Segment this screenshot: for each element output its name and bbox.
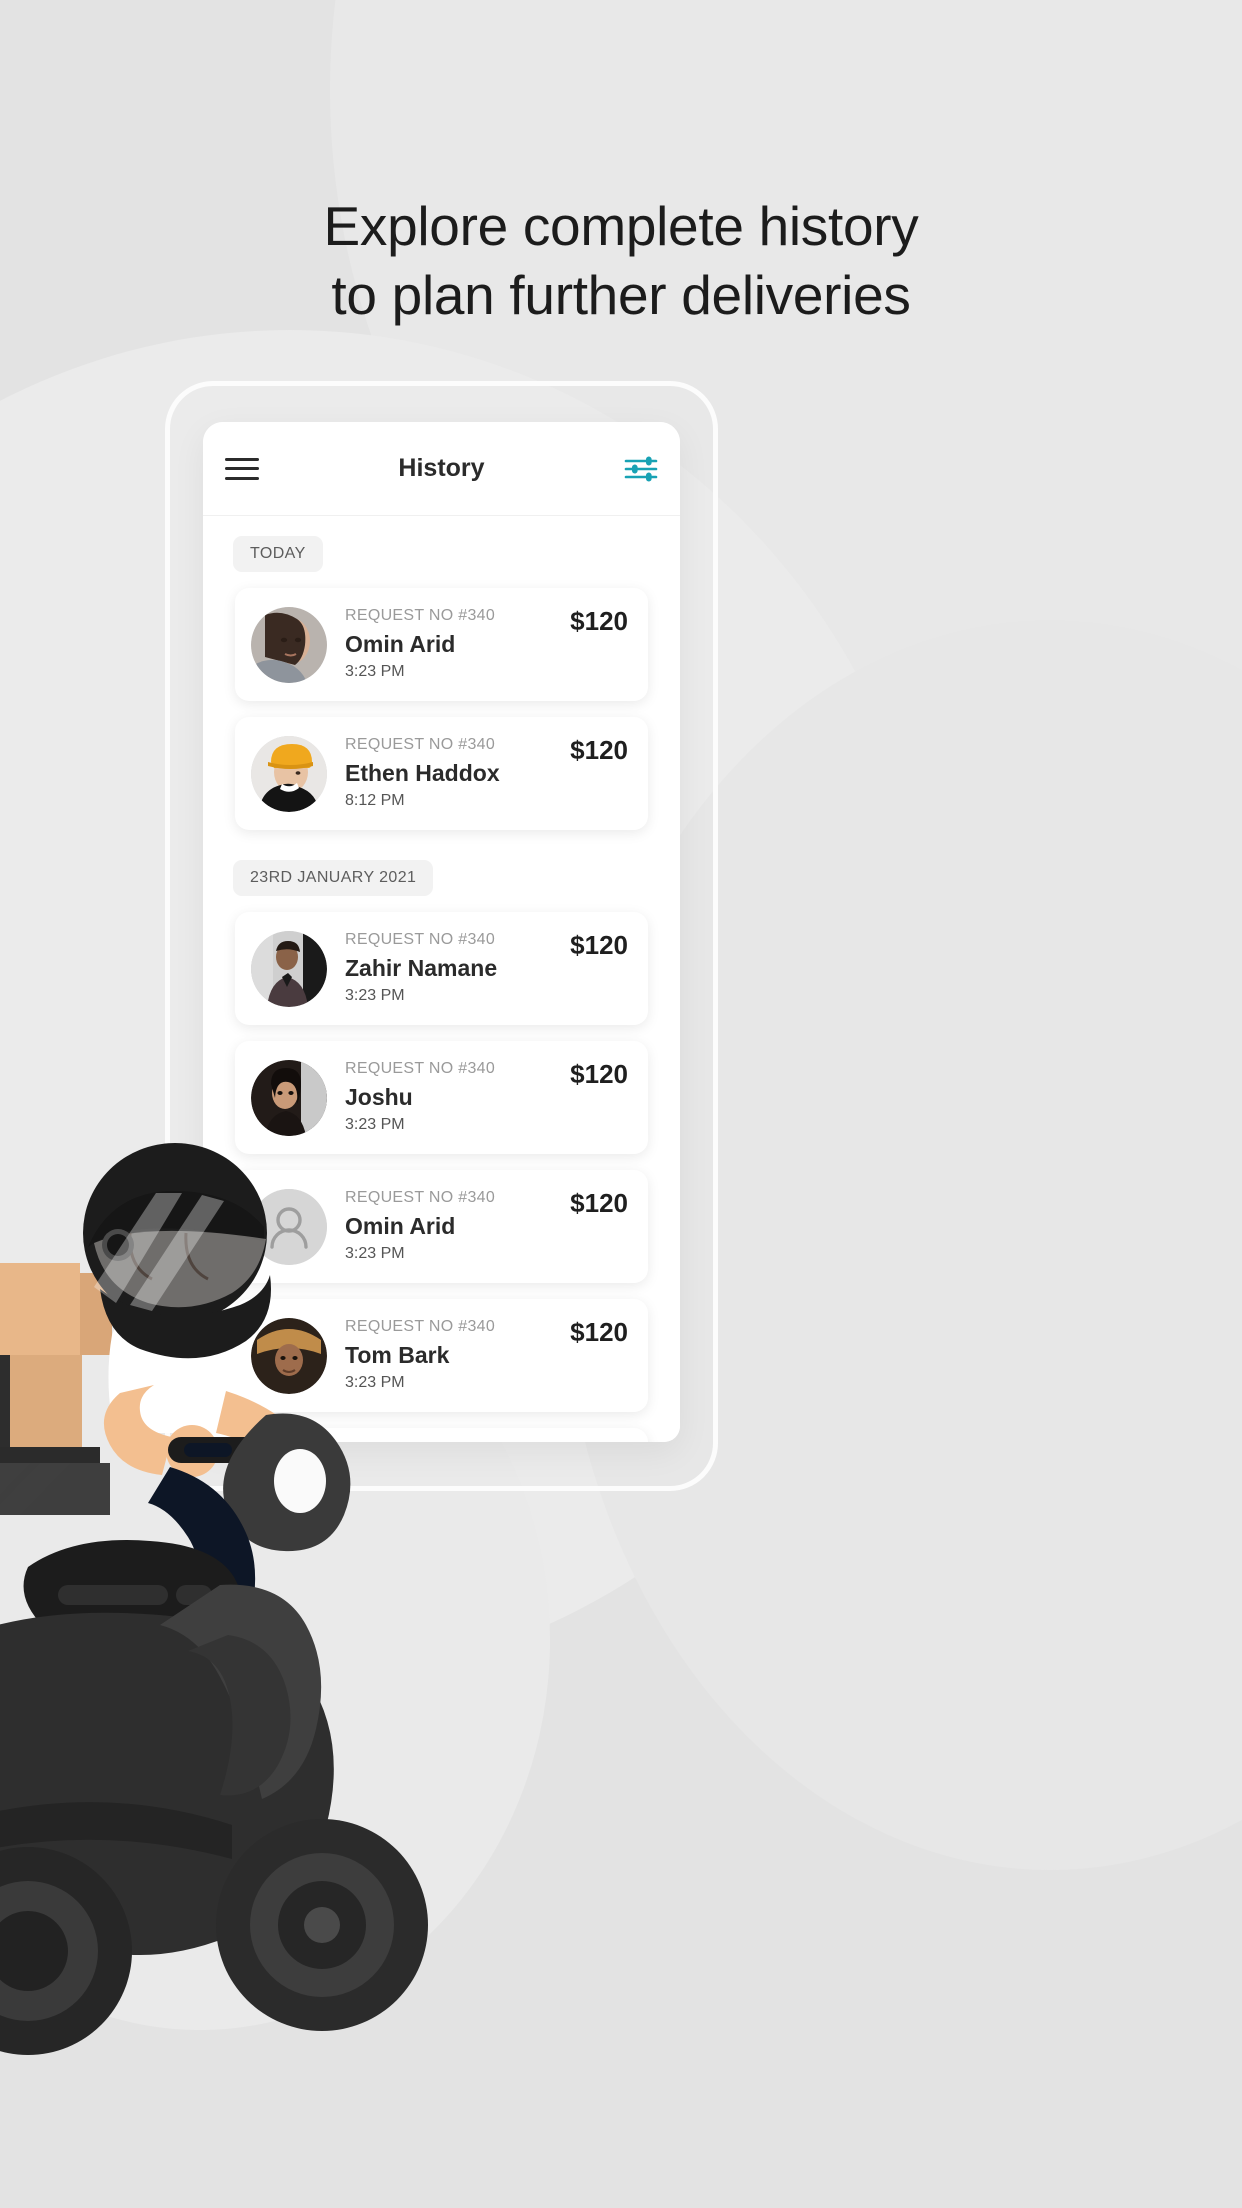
delivery-time: 3:23 PM <box>345 1116 405 1134</box>
request-number: REQUEST NO #340 <box>345 1318 496 1336</box>
row-text: REQUEST NO #340 Tom Bark 3:23 PM <box>345 1316 570 1394</box>
customer-name: Zahir Namane <box>345 954 498 981</box>
row-text: REQUEST NO #340 Omin Arid 3:23 PM <box>345 605 570 683</box>
customer-name: Omin Arid <box>345 1212 456 1239</box>
request-number: REQUEST NO #340 <box>345 736 496 754</box>
request-number: REQUEST NO #340 <box>345 1060 496 1078</box>
customer-name: Ethen Haddox <box>345 759 500 786</box>
amount: $120 <box>570 930 628 960</box>
hamburger-menu-icon[interactable] <box>225 457 259 480</box>
table-row[interactable]: REQUEST NO #340 Omin Arid 3:23 PM $120 <box>235 1170 648 1283</box>
customer-name: Joshu <box>345 1083 413 1110</box>
page-headline: Explore complete history to plan further… <box>0 192 1242 331</box>
customer-name: Omin Arid <box>345 630 456 657</box>
row-text: REQUEST NO #340 Joshu 3:23 PM <box>345 1058 570 1136</box>
card-list: REQUEST NO #340 Omin Arid 3:23 PM $120 R… <box>203 588 680 830</box>
headline-line-1: Explore complete history <box>323 195 919 257</box>
date-group: TODAY REQUEST NO #340 Omin Arid 3:23 PM … <box>203 536 680 830</box>
avatar <box>251 930 327 1007</box>
date-chip: TODAY <box>233 536 323 572</box>
app-screen: History TODAY REQUEST NO #340 Omin Arid … <box>203 422 680 1442</box>
headline-line-2: to plan further deliveries <box>331 264 911 327</box>
avatar <box>251 1059 327 1136</box>
amount: $120 <box>570 606 628 636</box>
table-row[interactable]: REQUEST NO #340 Omin Arid 3:23 PM $120 <box>235 588 648 701</box>
app-header: History <box>203 422 680 516</box>
row-text: REQUEST NO #340 Ethen Haddox 8:12 PM <box>345 734 570 812</box>
avatar <box>251 606 327 683</box>
avatar <box>251 735 327 812</box>
placeholder-person-icon <box>251 1188 327 1265</box>
table-row[interactable]: REQUEST NO #340 Ethen Haddox 8:12 PM $12… <box>235 717 648 830</box>
request-number: REQUEST NO #340 <box>345 1189 496 1207</box>
table-row[interactable]: REQUEST NO #340 Joshu 3:23 PM $120 <box>235 1041 648 1154</box>
amount: $120 <box>570 1317 628 1347</box>
row-text: REQUEST NO #340 Omin Arid 3:23 PM <box>345 1187 570 1265</box>
delivery-time: 3:23 PM <box>345 663 405 681</box>
delivery-time: 8:12 PM <box>345 792 405 810</box>
date-group: 23RD JANUARY 2021 REQUEST NO #340 Zahir … <box>203 860 680 1442</box>
amount: $120 <box>570 1188 628 1218</box>
delivery-time: 3:23 PM <box>345 1374 405 1392</box>
row-text: REQUEST NO #340 Zahir Namane 3:23 PM <box>345 929 570 1007</box>
page-title: History <box>398 454 485 482</box>
table-row[interactable]: REQUEST NO #340 Zahir Namane 3:23 PM $12… <box>235 912 648 1025</box>
delivery-time: 3:23 PM <box>345 1245 405 1263</box>
table-row[interactable]: REQUEST NO #340 Tom Bark 3:23 PM $120 <box>235 1299 648 1412</box>
amount: $120 <box>570 1059 628 1089</box>
request-number: REQUEST NO #340 <box>345 931 496 949</box>
history-list[interactable]: TODAY REQUEST NO #340 Omin Arid 3:23 PM … <box>203 516 680 1442</box>
card-list: REQUEST NO #340 Zahir Namane 3:23 PM $12… <box>203 912 680 1442</box>
date-chip: 23RD JANUARY 2021 <box>233 860 434 896</box>
amount: $120 <box>570 735 628 765</box>
avatar <box>251 1317 327 1394</box>
customer-name: Tom Bark <box>345 1341 450 1368</box>
delivery-time: 3:23 PM <box>345 987 405 1005</box>
table-row[interactable]: REQUEST NO #340 ory Hausten PM $120 <box>235 1428 648 1442</box>
filter-sliders-icon[interactable] <box>624 454 658 484</box>
request-number: REQUEST NO #340 <box>345 607 496 625</box>
